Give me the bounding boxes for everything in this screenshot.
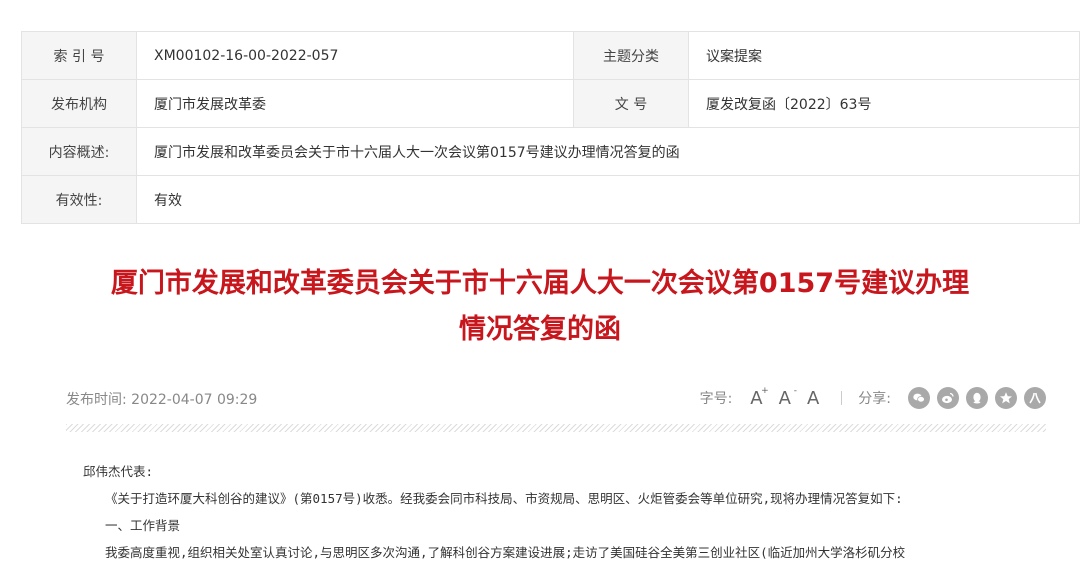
summary-label: 内容概述: (21, 127, 137, 176)
docno-value: 厦发改复函〔2022〕63号 (688, 79, 1080, 128)
weibo-icon[interactable] (937, 387, 959, 409)
article-title-line2: 情况答复的函 (459, 314, 621, 345)
issuer-value: 厦门市发展改革委 (136, 79, 574, 128)
greeting-paragraph: 邱伟杰代表: (83, 464, 154, 479)
article-title: 厦门市发展和改革委员会关于市十六届人大一次会议第0157号建议办理 情况答复的函 (0, 261, 1080, 353)
font-large-button[interactable]: A + (750, 386, 768, 409)
category-label: 主题分类 (573, 31, 689, 80)
summary-value: 厦门市发展和改革委员会关于市十六届人大一次会议第0157号建议办理情况答复的函 (136, 127, 1080, 176)
qzone-icon[interactable] (995, 387, 1017, 409)
renren-icon[interactable] (1024, 387, 1046, 409)
article-info-bar: 发布时间: 2022-04-07 09:29 字号: A + A- A 分享: (66, 385, 1046, 411)
meta-row: 内容概述: 厦门市发展和改革委员会关于市十六届人大一次会议第0157号建议办理情… (21, 127, 1080, 176)
meta-row: 发布机构 厦门市发展改革委 文 号 厦发改复函〔2022〕63号 (21, 79, 1080, 128)
document-meta-table: 索 引 号 XM00102-16-00-2022-057 主题分类 议案提案 发… (21, 31, 1080, 224)
font-normal-button[interactable]: A (807, 388, 819, 409)
share-label: 分享: (858, 391, 891, 407)
font-small-sup: - (793, 385, 797, 396)
font-normal-label: A (806, 387, 820, 409)
font-large-sup: + (761, 385, 769, 396)
dotted-divider (66, 424, 1046, 432)
validity-value: 有效 (136, 175, 1080, 224)
issuer-label: 发布机构 (21, 79, 137, 128)
section-heading: 一、工作背景 (105, 518, 181, 533)
body-paragraph: 《关于打造环厦大科创谷的建议》(第0157号)收悉。经我委会同市科技局、市资规局… (105, 491, 903, 506)
font-size-label: 字号: (699, 391, 733, 407)
article-tools: 字号: A + A- A 分享: (700, 385, 1046, 411)
font-small-label: A (778, 387, 791, 409)
wechat-icon[interactable] (908, 387, 930, 409)
publish-time: 发布时间: 2022-04-07 09:29 (66, 392, 258, 408)
index-value: XM00102-16-00-2022-057 (136, 31, 574, 80)
article-title-line1: 厦门市发展和改革委员会关于市十六届人大一次会议第0157号建议办理 (110, 268, 970, 299)
meta-row: 索 引 号 XM00102-16-00-2022-057 主题分类 议案提案 (21, 31, 1080, 80)
index-label: 索 引 号 (21, 31, 137, 80)
qq-icon[interactable] (966, 387, 988, 409)
docno-label: 文 号 (573, 79, 689, 128)
category-value: 议案提案 (688, 31, 1080, 80)
tools-divider (841, 391, 843, 405)
font-small-button[interactable]: A- (778, 386, 797, 409)
body-paragraph: 我委高度重视,组织相关处室认真讨论,与思明区多次沟通,了解科创谷方案建设进展;走… (105, 545, 906, 560)
meta-row: 有效性: 有效 (21, 175, 1080, 224)
validity-label: 有效性: (21, 175, 137, 224)
article-body: 邱伟杰代表: 《关于打造环厦大科创谷的建议》(第0157号)收悉。经我委会同市科… (83, 462, 1043, 570)
